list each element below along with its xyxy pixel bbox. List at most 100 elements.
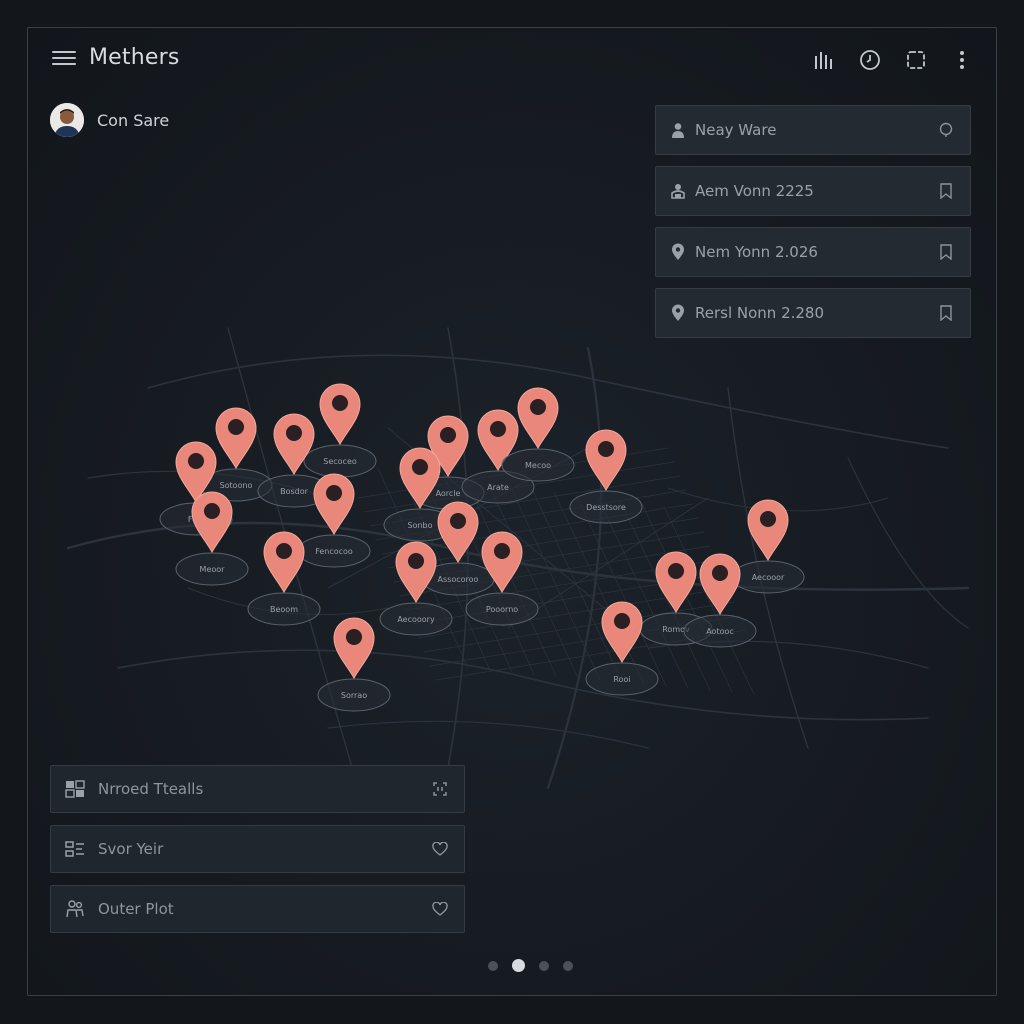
heart-icon[interactable] — [430, 839, 450, 859]
map-pin-label: Secoceo — [323, 457, 357, 466]
location-pin-icon — [668, 303, 688, 323]
bottom-option-item[interactable]: Svor Yeir — [50, 825, 465, 873]
map-pin-marker[interactable] — [333, 617, 375, 680]
map-pin[interactable]: Aecooor — [731, 499, 805, 594]
map-pin-hole — [276, 543, 292, 559]
map-pin-hole — [440, 427, 456, 443]
map-pin-hole — [188, 453, 204, 469]
map-pin-marker[interactable] — [655, 551, 697, 614]
avatar[interactable] — [50, 103, 84, 137]
map-pin-hole — [228, 419, 244, 435]
map-pin-hole — [326, 485, 342, 501]
page-dot[interactable] — [488, 960, 498, 971]
map-pin-marker[interactable] — [699, 553, 741, 616]
bar-chart-icon[interactable] — [812, 48, 836, 72]
map-pin[interactable]: Sorrao — [317, 617, 391, 712]
map-pin-hole — [412, 459, 428, 475]
app-header: Methers — [28, 28, 996, 92]
map-pin-label: Aecooor — [752, 573, 785, 582]
saved-locations-list: Neay Ware Aem Vonn 2225 Nem Yonn 2.026 R… — [655, 105, 971, 349]
map-pin-label: Assocoroo — [438, 575, 479, 584]
map-pin-hole — [494, 543, 510, 559]
map-pin-hole — [614, 613, 630, 629]
map-pin-hole — [346, 629, 362, 645]
person-icon — [668, 120, 688, 140]
map-pin-marker[interactable] — [215, 407, 257, 470]
saved-location-label: Aem Vonn 2225 — [695, 182, 814, 200]
map-pin-marker[interactable] — [319, 383, 361, 446]
map-pin-label: Desstsore — [586, 503, 626, 512]
map-pin[interactable]: Desstsore — [569, 429, 643, 524]
map-pin-label: Bosdor — [280, 487, 309, 496]
saved-location-item[interactable]: Aem Vonn 2225 — [655, 166, 971, 216]
people-icon — [668, 181, 688, 201]
bottom-option-label: Svor Yeir — [98, 840, 164, 858]
map-pin-label: Rooi — [613, 675, 630, 684]
map-pin-label: Aecooory — [397, 615, 435, 624]
map-pin-label: Beoom — [270, 605, 298, 614]
bookmark-icon[interactable] — [936, 181, 956, 201]
bottom-option-item[interactable]: Outer Plot — [50, 885, 465, 933]
people-group-icon — [64, 898, 86, 920]
saved-location-item[interactable]: Rersl Nonn 2.280 — [655, 288, 971, 338]
map-pin-marker[interactable] — [263, 531, 305, 594]
map-road — [647, 640, 929, 669]
list-grid-icon — [64, 838, 86, 860]
user-name: Con Sare — [97, 110, 170, 130]
saved-location-label: Nem Yonn 2.026 — [695, 243, 818, 261]
map-pin-label: Pooorno — [486, 605, 518, 614]
map-pin-label: Sotoono — [220, 481, 253, 490]
map-pin-label: Fencocoo — [315, 547, 353, 556]
map-pin-label: Aotooc — [706, 627, 734, 636]
saved-location-label: Rersl Nonn 2.280 — [695, 304, 825, 322]
crop-icon[interactable] — [904, 48, 928, 72]
grid-icon — [64, 778, 86, 800]
map-road — [117, 649, 929, 721]
map-pin-label: Arate — [487, 483, 509, 492]
map-pin-marker[interactable] — [395, 541, 437, 604]
map-pin-hole — [450, 513, 466, 529]
map-pin-marker[interactable] — [517, 387, 559, 450]
saved-location-item[interactable]: Nem Yonn 2.026 — [655, 227, 971, 277]
map-pin-hole — [204, 503, 220, 519]
location-pin-icon — [668, 242, 688, 262]
map-pin-hole — [332, 395, 348, 411]
saved-location-item[interactable]: Neay Ware — [655, 105, 971, 155]
hamburger-menu-icon[interactable] — [52, 48, 76, 68]
map-pin-label: Sorrao — [341, 691, 367, 700]
map-pin-label: Meoor — [200, 565, 226, 574]
bookmark-icon[interactable] — [936, 303, 956, 323]
map-road — [327, 720, 649, 749]
bottom-option-item[interactable]: Nrroed Ttealls — [50, 765, 465, 813]
page-dot[interactable] — [563, 960, 573, 971]
bottom-option-label: Nrroed Ttealls — [98, 780, 204, 798]
page-dot[interactable] — [512, 959, 525, 972]
map-pin-hole — [490, 421, 506, 437]
map-pin-marker[interactable] — [585, 429, 627, 492]
heart-icon[interactable] — [430, 899, 450, 919]
app-window: SecoceoSotoonoBosdorFolaAorcleArateMecoo… — [27, 27, 997, 996]
pin-outline-icon[interactable] — [936, 120, 956, 140]
map-pin-marker[interactable] — [191, 491, 233, 554]
app-title: Methers — [89, 45, 180, 70]
map-pin-hole — [712, 565, 728, 581]
map-pin-hole — [408, 553, 424, 569]
clock-icon[interactable] — [858, 48, 882, 72]
header-actions — [812, 48, 974, 72]
map-pin-hole — [668, 563, 684, 579]
more-vertical-icon[interactable] — [950, 48, 974, 72]
map-pin[interactable]: Secoceo — [303, 383, 377, 478]
page-indicator — [488, 959, 573, 972]
map-pin-label: Sonbo — [407, 521, 432, 530]
map-pin-hole — [530, 399, 546, 415]
map-pin-hole — [286, 425, 302, 441]
user-profile[interactable]: Con Sare — [50, 103, 169, 137]
map-pin-marker[interactable] — [601, 601, 643, 664]
expand-icon[interactable] — [430, 779, 450, 799]
bottom-options-list: Nrroed Ttealls Svor Yeir Outer Plot — [50, 765, 465, 945]
page-dot[interactable] — [539, 960, 549, 971]
bookmark-icon[interactable] — [936, 242, 956, 262]
map-pin-label: Aorcle — [436, 489, 461, 498]
map-pin-hole — [598, 441, 614, 457]
map-pin-label: Mecoo — [525, 461, 551, 470]
